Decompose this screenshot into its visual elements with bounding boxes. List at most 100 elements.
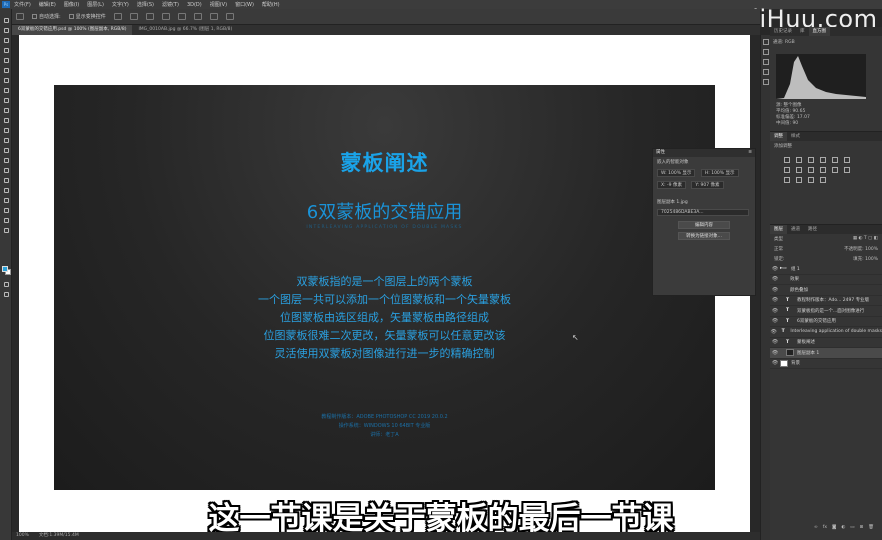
- align-top-icon[interactable]: [161, 13, 170, 20]
- move-icon[interactable]: [2, 17, 10, 24]
- blend-mode-select[interactable]: 正常: [774, 246, 783, 252]
- align-right-icon[interactable]: [145, 13, 154, 20]
- tab-libraries[interactable]: 库: [796, 27, 809, 36]
- lasso-icon[interactable]: [2, 37, 10, 44]
- zoom-level[interactable]: 100%: [16, 532, 29, 540]
- layer-row[interactable]: 👁 颜色叠加: [770, 285, 882, 296]
- layer-row[interactable]: 👁 ▸▭ 组 1: [770, 264, 882, 275]
- distribute-icon[interactable]: [209, 13, 218, 20]
- channel-mixer-icon[interactable]: [820, 167, 826, 173]
- vibrance-icon[interactable]: [832, 157, 838, 163]
- layer-row[interactable]: 👁 效果: [770, 275, 882, 285]
- tab-paths[interactable]: 路径: [804, 225, 821, 234]
- menu-type[interactable]: 文字(Y): [112, 1, 129, 8]
- align-center-icon[interactable]: [129, 13, 138, 20]
- color-lookup-icon[interactable]: [832, 167, 838, 173]
- color-balance-icon[interactable]: [784, 167, 790, 173]
- fill-field[interactable]: 100%: [865, 257, 878, 262]
- width-field[interactable]: W: 100% 显示: [657, 169, 696, 177]
- type-tool-icon[interactable]: [2, 177, 10, 184]
- new-layer-icon[interactable]: ⊞: [860, 525, 864, 530]
- dodge-icon[interactable]: [2, 157, 10, 164]
- gradient-map-icon[interactable]: [808, 177, 814, 183]
- properties-panel[interactable]: 属性 ≡ 嵌入的智能对象 W: 100% 显示 H: 100% 显示 X: -9…: [652, 148, 756, 296]
- black-white-icon[interactable]: [796, 167, 802, 173]
- visibility-eye-icon[interactable]: 👁: [770, 287, 780, 293]
- tab-styles[interactable]: 样式: [787, 132, 804, 141]
- pen-icon[interactable]: [2, 167, 10, 174]
- brightness-icon[interactable]: [784, 157, 790, 163]
- menu-select[interactable]: 选择(S): [137, 1, 154, 8]
- exposure-icon[interactable]: [820, 157, 826, 163]
- layer-row[interactable]: 👁 T Interleaving application of double mas…: [770, 327, 882, 338]
- menu-view[interactable]: 视图(V): [210, 1, 227, 8]
- channel-select[interactable]: RGB: [785, 40, 795, 45]
- layer-kind-select[interactable]: 类型: [774, 236, 783, 242]
- eyedropper-icon[interactable]: [2, 77, 10, 84]
- menu-layer[interactable]: 图层(L): [87, 1, 104, 8]
- layer-row[interactable]: 👁 T 双蒙板指的是一个...面对图像进行: [770, 306, 882, 317]
- tab-channels[interactable]: 通道: [787, 225, 804, 234]
- filter-icons[interactable]: ▦ ◐ T ▢ ◧: [853, 236, 878, 242]
- opacity-field[interactable]: 100%: [865, 247, 878, 252]
- menu-help[interactable]: 帮助(H): [262, 1, 280, 8]
- screen-mode-icon[interactable]: [2, 291, 10, 298]
- hand-icon[interactable]: [2, 207, 10, 214]
- hue-saturation-icon[interactable]: [844, 157, 850, 163]
- photo-filter-icon[interactable]: [808, 167, 814, 173]
- x-field[interactable]: X: -9 像素: [657, 181, 686, 189]
- convert-linked-button[interactable]: 转换为链接对象...: [678, 232, 730, 240]
- brush-settings-icon[interactable]: [763, 79, 769, 85]
- visibility-eye-icon[interactable]: 👁: [770, 297, 780, 303]
- brush-icon[interactable]: [2, 97, 10, 104]
- marquee-icon[interactable]: [2, 27, 10, 34]
- 3d-mode-icon[interactable]: [225, 13, 234, 20]
- selective-color-icon[interactable]: [820, 177, 826, 183]
- file-name-field[interactable]: 7025486DABE3A...: [657, 209, 749, 216]
- visibility-eye-icon[interactable]: 👁: [770, 339, 780, 345]
- path-select-icon[interactable]: [2, 187, 10, 194]
- tab-adjustments[interactable]: 调整: [770, 132, 787, 141]
- shape-icon[interactable]: [2, 197, 10, 204]
- history-brush-icon[interactable]: [2, 117, 10, 124]
- eraser-icon[interactable]: [2, 127, 10, 134]
- zoom-icon[interactable]: [2, 217, 10, 224]
- new-adjustment-icon[interactable]: ◐: [841, 525, 845, 530]
- folder-icon[interactable]: ▸▭: [780, 266, 788, 271]
- visibility-eye-icon[interactable]: 👁: [770, 360, 780, 366]
- layer-row[interactable]: 👁 T 教程制作版本：Ado... 2497 专业版: [770, 296, 882, 306]
- history-icon[interactable]: [763, 39, 769, 45]
- layer-row[interactable]: 👁 图层副本 1: [770, 348, 882, 359]
- gradient-icon[interactable]: [2, 137, 10, 144]
- character-icon[interactable]: [763, 59, 769, 65]
- fx-icon[interactable]: fx: [823, 525, 827, 530]
- visibility-eye-icon[interactable]: 👁: [770, 329, 777, 335]
- blur-icon[interactable]: [2, 147, 10, 154]
- visibility-eye-icon[interactable]: 👁: [770, 318, 780, 324]
- quick-mask-icon[interactable]: [2, 281, 10, 288]
- delete-layer-icon[interactable]: 🗑: [868, 525, 874, 530]
- auto-select-checkbox[interactable]: 自动选择:: [32, 13, 61, 20]
- panel-menu-icon[interactable]: ≡: [748, 149, 752, 157]
- link-layers-icon[interactable]: ∞: [814, 525, 818, 530]
- menu-image[interactable]: 图像(I): [64, 1, 79, 8]
- visibility-eye-icon[interactable]: 👁: [770, 308, 780, 314]
- tab-doc-active[interactable]: 6双蒙板的交错应用.psd @ 100% (图层副本, RGB/8): [12, 25, 133, 35]
- invert-icon[interactable]: [844, 167, 850, 173]
- layer-row[interactable]: 👁 背景: [770, 359, 882, 369]
- visibility-eye-icon[interactable]: 👁: [770, 276, 780, 282]
- menu-window[interactable]: 窗口(W): [235, 1, 254, 8]
- add-mask-icon[interactable]: ◙: [832, 525, 836, 530]
- edit-contents-button[interactable]: 编辑内容: [678, 221, 730, 229]
- menu-filter[interactable]: 滤镜(T): [162, 1, 179, 8]
- quick-select-icon[interactable]: [2, 47, 10, 54]
- tab-layers[interactable]: 图层: [770, 225, 787, 234]
- clone-stamp-icon[interactable]: [2, 107, 10, 114]
- healing-brush-icon[interactable]: [2, 87, 10, 94]
- y-field[interactable]: Y: 907 像素: [691, 181, 724, 189]
- slide-canvas[interactable]: 蒙板阐述 6双蒙板的交错应用 INTERLEAVING APPLICATION …: [54, 85, 715, 490]
- menu-edit[interactable]: 编辑(E): [39, 1, 56, 8]
- properties-header[interactable]: 属性 ≡: [653, 149, 755, 157]
- height-field[interactable]: H: 100% 显示: [700, 169, 739, 177]
- tab-history[interactable]: 历史记录: [770, 27, 796, 36]
